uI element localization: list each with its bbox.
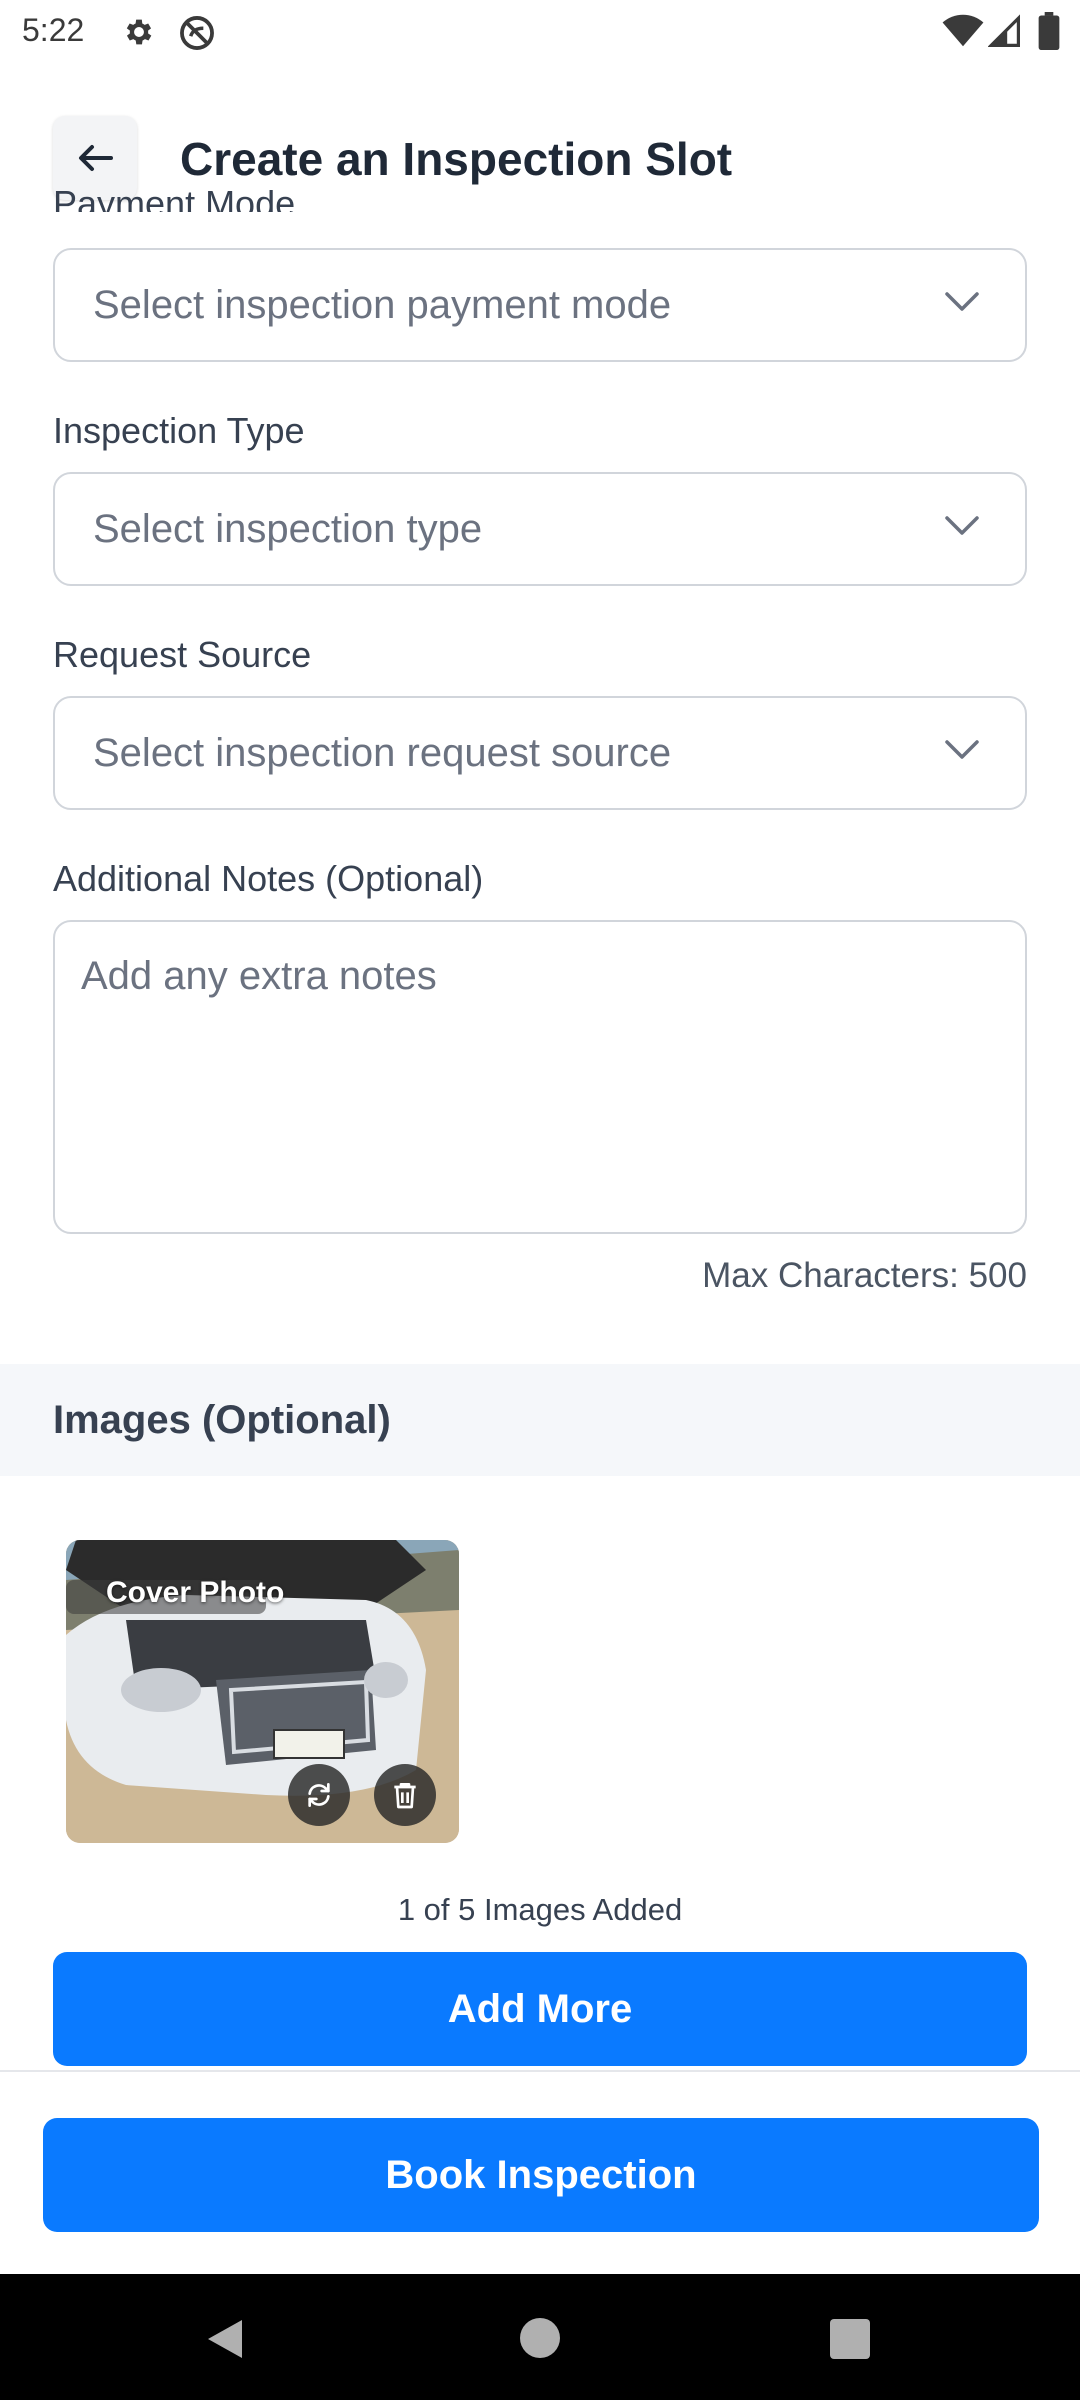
images-section-title: Images (Optional) [53,1398,391,1442]
book-inspection-button[interactable]: Book Inspection [43,2118,1039,2232]
inspection-type-placeholder: Select inspection type [93,507,483,551]
status-time: 5:22 [22,12,85,48]
arrow-left-icon [79,145,113,171]
payment-mode-select[interactable]: Select inspection payment mode [53,248,1027,362]
bottom-action-bar: Book Inspection [0,2070,1080,2274]
payment-mode-label: Payment Mode [53,186,296,212]
battery-icon [1038,12,1060,50]
nav-home-icon[interactable] [520,2318,560,2358]
page-title: Create an Inspection Slot [180,133,733,185]
notes-textarea[interactable]: Add any extra notes [53,920,1027,1234]
chevron-down-icon [945,740,979,759]
gear-icon [126,19,152,45]
chevron-down-icon [945,516,979,535]
cover-photo-label: Cover Photo [106,1576,285,1609]
request-source-label: Request Source [53,634,312,675]
trash-icon [394,1783,416,1809]
form-scroll-area[interactable]: Select inspection payment mode Inspectio… [0,200,1080,2070]
payment-mode-placeholder: Select inspection payment mode [93,283,672,327]
signal-icon [988,14,1020,47]
page-header: Create an Inspection Slot Payment Mode [0,64,1080,212]
replace-icon [308,1783,330,1807]
do-not-disturb-icon [180,16,214,50]
notes-label: Additional Notes (Optional) [53,858,484,899]
delete-photo-button[interactable] [374,1764,436,1826]
images-count-text: 1 of 5 Images Added [397,1892,683,1927]
inspection-type-label: Inspection Type [53,410,305,451]
request-source-select[interactable]: Select inspection request source [53,696,1027,810]
max-characters-hint: Max Characters: 500 [702,1256,1027,1295]
navigation-bar [0,2274,1080,2400]
add-more-button[interactable]: Add More [53,1952,1027,2066]
inspection-type-select[interactable]: Select inspection type [53,472,1027,586]
notes-placeholder: Add any extra notes [81,954,437,998]
cover-photo-thumbnail[interactable]: Cover Photo [66,1540,459,1843]
nav-back-icon[interactable] [204,2318,246,2360]
images-section-header: Images (Optional) [0,1364,1080,1476]
nav-recents-icon[interactable] [830,2319,870,2359]
request-source-placeholder: Select inspection request source [93,731,672,775]
wifi-icon [942,14,984,47]
replace-photo-button[interactable] [288,1764,350,1826]
chevron-down-icon [945,292,979,311]
status-bar: 5:22 [0,0,1080,64]
